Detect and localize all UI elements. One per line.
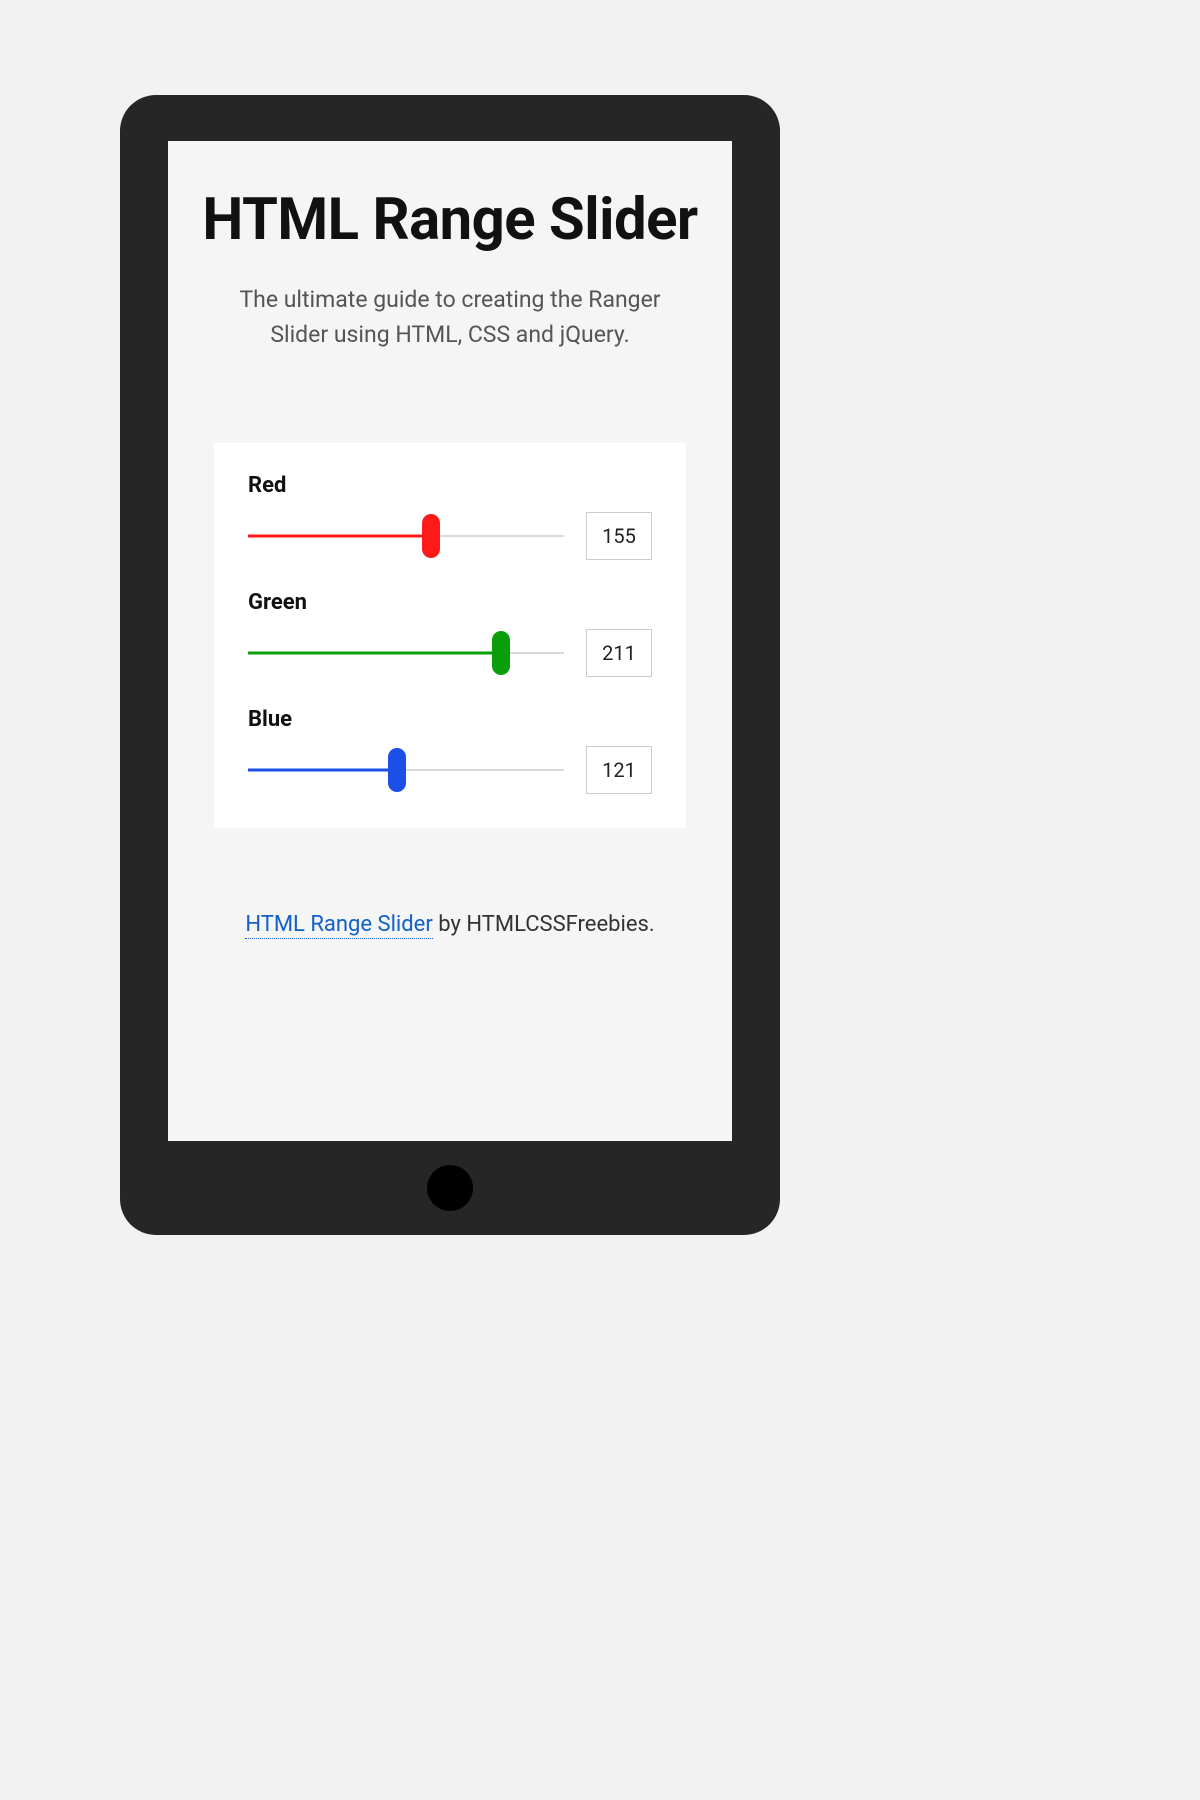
slider-thumb-green[interactable] bbox=[492, 631, 510, 675]
slider-group-blue: Blue 121 bbox=[248, 707, 652, 794]
slider-group-green: Green 211 bbox=[248, 590, 652, 677]
device-frame: HTML Range Slider The ultimate guide to … bbox=[120, 95, 780, 1235]
slider-track-red[interactable] bbox=[248, 514, 564, 558]
slider-row-blue: 121 bbox=[248, 746, 652, 794]
slider-value-green[interactable]: 211 bbox=[586, 629, 652, 677]
slider-row-red: 155 bbox=[248, 512, 652, 560]
slider-track-green[interactable] bbox=[248, 631, 564, 675]
slider-thumb-blue[interactable] bbox=[388, 748, 406, 792]
slider-group-red: Red 155 bbox=[248, 473, 652, 560]
slider-value-blue[interactable]: 121 bbox=[586, 746, 652, 794]
credit-suffix: by HTMLCSSFreebies. bbox=[433, 912, 655, 937]
slider-label-green: Green bbox=[248, 590, 652, 615]
slider-thumb-red[interactable] bbox=[422, 514, 440, 558]
slider-track-fill-green bbox=[248, 651, 501, 654]
slider-row-green: 211 bbox=[248, 629, 652, 677]
credit-line: HTML Range Slider by HTMLCSSFreebies. bbox=[200, 912, 700, 937]
slider-label-blue: Blue bbox=[248, 707, 652, 732]
page-title: HTML Range Slider bbox=[200, 187, 700, 254]
slider-track-blue[interactable] bbox=[248, 748, 564, 792]
slider-label-red: Red bbox=[248, 473, 652, 498]
slider-track-fill-blue bbox=[248, 768, 397, 771]
slider-value-red[interactable]: 155 bbox=[586, 512, 652, 560]
device-screen: HTML Range Slider The ultimate guide to … bbox=[168, 141, 732, 1141]
slider-card: Red 155 Green bbox=[214, 443, 686, 828]
slider-track-fill-red bbox=[248, 534, 431, 537]
stage: HTML Range Slider The ultimate guide to … bbox=[0, 0, 1200, 1800]
credit-link[interactable]: HTML Range Slider bbox=[245, 912, 432, 939]
page-subtitle: The ultimate guide to creating the Range… bbox=[200, 282, 700, 353]
home-button-icon[interactable] bbox=[427, 1165, 473, 1211]
page-content: HTML Range Slider The ultimate guide to … bbox=[168, 141, 732, 937]
